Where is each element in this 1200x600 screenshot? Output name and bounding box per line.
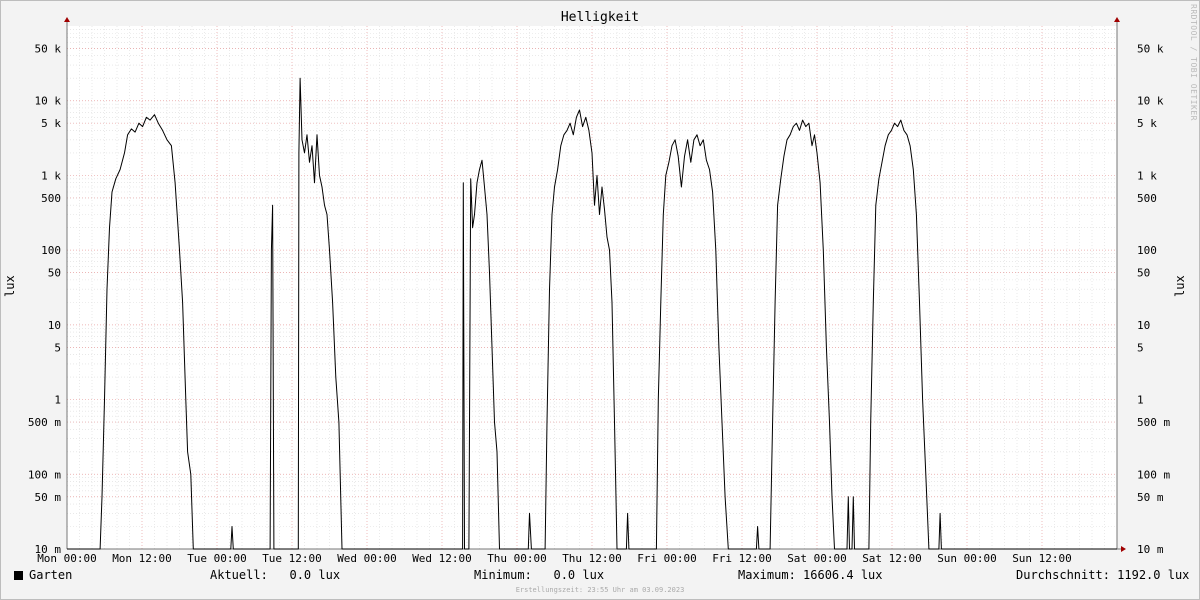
y-tick-label-left: 5 <box>54 341 61 354</box>
y-tick-label-left: 500 <box>41 192 61 205</box>
x-axis-arrow <box>1121 546 1126 552</box>
legend-maximum: Maximum: 16606.4 lux <box>738 568 883 582</box>
y-tick-label-left: 100 m <box>28 468 61 481</box>
legend-average: Durchschnitt: 1192.0 lux <box>1016 568 1189 582</box>
y-tick-label-right: 500 <box>1137 192 1157 205</box>
y-tick-label-left: 500 m <box>28 416 61 429</box>
max-value: 16606.4 lux <box>803 568 883 582</box>
y-axis-arrow-left <box>64 17 70 22</box>
y-tick-label-right: 50 <box>1137 267 1150 280</box>
y-tick-label-left: 1 <box>54 394 61 407</box>
y-tick-label-right: 10 <box>1137 319 1150 332</box>
footer-timestamp: Erstellungszeit: 23:55 Uhr am 03.09.2023 <box>515 586 685 594</box>
x-tick-label: Sun 00:00 <box>937 552 997 565</box>
y-tick-label-left: 1 k <box>41 169 61 182</box>
avg-label: Durchschnitt: <box>1016 568 1110 582</box>
y-tick-label-right: 1 <box>1137 394 1144 407</box>
y-tick-label-right: 50 m <box>1137 491 1164 504</box>
current-label: Aktuell: <box>210 568 268 582</box>
x-tick-label: Sat 00:00 <box>787 552 847 565</box>
y-tick-label-left: 10 <box>48 319 61 332</box>
x-tick-label: Wed 12:00 <box>412 552 472 565</box>
x-tick-label: Tue 00:00 <box>187 552 247 565</box>
current-value: 0.0 lux <box>289 568 341 582</box>
y-tick-label-right: 5 <box>1137 341 1144 354</box>
y-tick-label-right: 100 m <box>1137 468 1170 481</box>
y-tick-label-right: 50 k <box>1137 42 1164 55</box>
x-tick-label: Fri 12:00 <box>712 552 772 565</box>
min-label: Minimum: <box>474 568 532 582</box>
x-tick-label: Mon 00:00 <box>37 552 97 565</box>
max-label: Maximum: <box>738 568 796 582</box>
x-tick-label: Fri 00:00 <box>637 552 697 565</box>
legend-current: Aktuell: 0.0 lux <box>210 568 340 582</box>
x-tick-label: Thu 12:00 <box>562 552 622 565</box>
y-tick-label-left: 50 m <box>35 491 62 504</box>
y-tick-label-right: 5 k <box>1137 117 1157 130</box>
legend-series: Garten <box>14 568 72 582</box>
y-tick-label-left: 5 k <box>41 117 61 130</box>
x-tick-label: Thu 00:00 <box>487 552 547 565</box>
avg-value: 1192.0 lux <box>1117 568 1190 582</box>
x-tick-label: Sat 12:00 <box>862 552 922 565</box>
y-tick-label-right: 500 m <box>1137 416 1170 429</box>
y-tick-label-left: 50 k <box>35 42 62 55</box>
legend-minimum: Minimum: 0.0 lux <box>474 568 604 582</box>
x-tick-label: Sun 12:00 <box>1012 552 1072 565</box>
y-tick-label-left: 50 <box>48 267 61 280</box>
legend-series-name: Garten <box>29 568 73 582</box>
x-tick-label: Tue 12:00 <box>262 552 322 565</box>
x-tick-label: Wed 00:00 <box>337 552 397 565</box>
y-tick-label-right: 1 k <box>1137 169 1157 182</box>
plot-area: 50 k 50 k 10 k 10 k 5 k 5 k 1 k 1 k 500 500 100 100… <box>28 17 1170 565</box>
y-tick-label-left: 10 k <box>35 95 62 108</box>
y-tick-label-right: 10 m <box>1137 543 1164 556</box>
y-tick-label-right: 10 k <box>1137 95 1164 108</box>
legend-swatch <box>14 571 23 580</box>
y-tick-label-right: 100 <box>1137 244 1157 257</box>
y-tick-label-left: 100 <box>41 244 61 257</box>
min-value: 0.0 lux <box>553 568 605 582</box>
y-axis-arrow-right <box>1114 17 1120 22</box>
x-tick-label: Mon 12:00 <box>112 552 172 565</box>
